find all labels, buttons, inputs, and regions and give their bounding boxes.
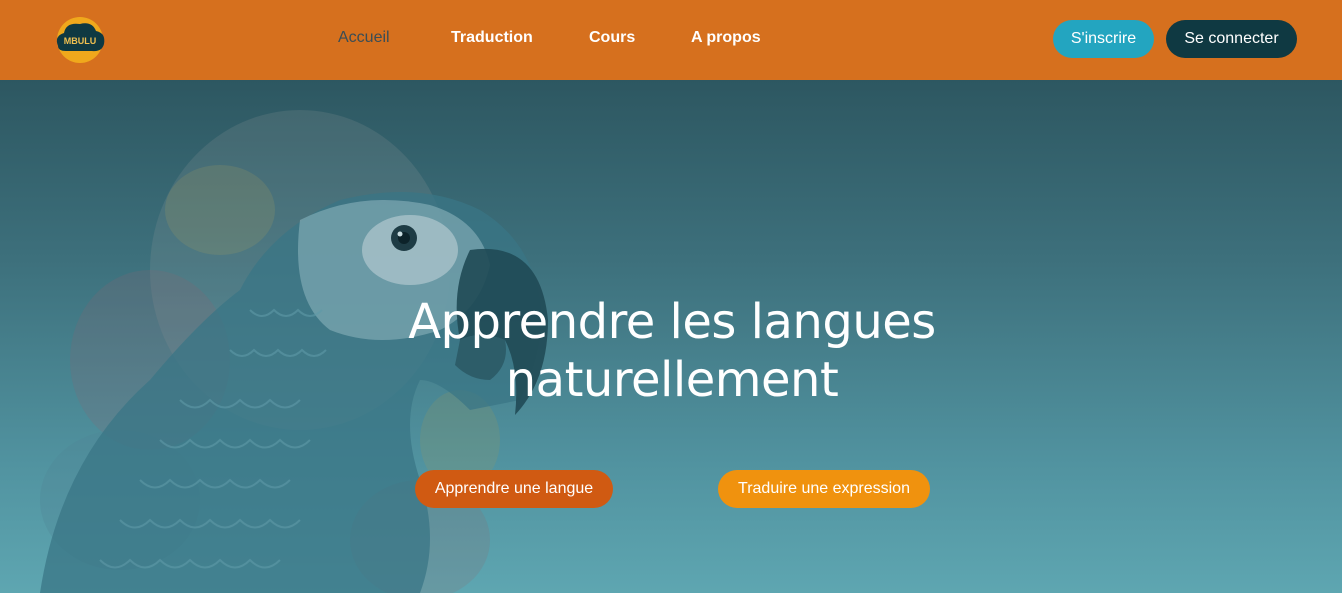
nav-traduction[interactable]: Traduction (451, 29, 533, 47)
hero-section: Apprendre les langues naturellement Appr… (0, 80, 1342, 593)
logo-text: MBULU (64, 36, 97, 46)
learn-language-button[interactable]: Apprendre une langue (415, 470, 613, 508)
signup-button[interactable]: S'inscrire (1053, 20, 1154, 58)
login-button[interactable]: Se connecter (1166, 20, 1297, 58)
nav-a-propos[interactable]: A propos (691, 29, 761, 47)
nav-cours[interactable]: Cours (589, 29, 635, 47)
nav-accueil[interactable]: Accueil (338, 29, 390, 47)
brand-logo[interactable]: MBULU (50, 16, 110, 64)
hero-title-line2: naturellement (505, 352, 839, 408)
translate-expression-button[interactable]: Traduire une expression (718, 470, 930, 508)
hero-title: Apprendre les langues naturellement (371, 293, 973, 409)
hero-title-line1: Apprendre les langues (408, 294, 936, 350)
navbar: MBULU Accueil Traduction Cours A propos … (0, 0, 1342, 80)
